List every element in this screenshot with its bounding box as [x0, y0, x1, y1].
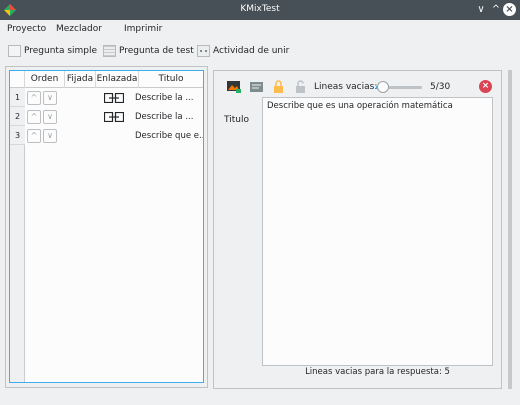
- header-enlazada[interactable]: Enlazada: [96, 71, 139, 88]
- minimize-button[interactable]: ∨: [474, 3, 488, 17]
- slider-handle[interactable]: [377, 81, 389, 93]
- empty-lines-status: Lineas vacias para la respuesta: 5: [305, 367, 450, 377]
- scrollbar[interactable]: [508, 70, 512, 389]
- header-fijada[interactable]: Fijada: [65, 71, 96, 88]
- move-up-button[interactable]: ^: [27, 129, 41, 143]
- table-row[interactable]: 3 ^ ∨ Describe que e...: [10, 126, 203, 145]
- question-table[interactable]: Orden Fijada Enlazada Titulo 1 ^ ∨ Descr…: [9, 70, 204, 383]
- move-up-button[interactable]: ^: [27, 91, 41, 105]
- test-question-button[interactable]: Pregunta de test: [103, 43, 194, 59]
- maximize-button[interactable]: ^: [489, 3, 503, 17]
- row-number: 1: [10, 88, 25, 107]
- image-icon[interactable]: [227, 81, 241, 93]
- join-activity-label: Actividad de unir: [213, 46, 290, 56]
- empty-lines-label: Lineas vacias:: [314, 82, 378, 92]
- header-orden[interactable]: Orden: [25, 71, 65, 88]
- simple-question-icon: [8, 45, 21, 57]
- window-titlebar: KMixTest ∨ ^ ×: [0, 0, 520, 20]
- row-titulo: Describe la ...: [135, 112, 194, 122]
- test-question-label: Pregunta de test: [119, 46, 194, 56]
- question-list-panel: Orden Fijada Enlazada Titulo 1 ^ ∨ Descr…: [5, 66, 208, 388]
- lock-icon[interactable]: [274, 80, 283, 93]
- test-question-icon: [103, 45, 116, 57]
- table-header: Orden Fijada Enlazada Titulo: [10, 71, 203, 88]
- text-icon[interactable]: [250, 82, 263, 92]
- row-titulo: Describe la ...: [135, 93, 194, 103]
- remove-question-button[interactable]: ×: [479, 80, 492, 93]
- row-number: 2: [10, 107, 25, 126]
- link-icon[interactable]: [104, 93, 124, 103]
- menu-mezclador[interactable]: Mezclador: [56, 24, 102, 34]
- toolbar: Pregunta simple Pregunta de test Activid…: [0, 40, 520, 62]
- close-button[interactable]: ×: [503, 3, 516, 16]
- menu-proyecto[interactable]: Proyecto: [7, 24, 46, 34]
- simple-question-label: Pregunta simple: [24, 46, 98, 56]
- window-title: KMixTest: [240, 4, 280, 14]
- row-titulo: Describe que e...: [135, 131, 203, 141]
- move-up-button[interactable]: ^: [27, 110, 41, 124]
- header-titulo[interactable]: Titulo: [139, 71, 203, 88]
- move-down-button[interactable]: ∨: [43, 91, 57, 105]
- unlock-icon[interactable]: [296, 80, 305, 93]
- empty-lines-value: 5/30: [430, 82, 451, 92]
- simple-question-button[interactable]: Pregunta simple: [8, 43, 97, 59]
- question-text-area[interactable]: Describe que es una operación matemática: [262, 97, 493, 366]
- join-activity-button[interactable]: Actividad de unir: [197, 43, 289, 59]
- menu-imprimir[interactable]: Imprimir: [124, 24, 162, 34]
- join-activity-icon: [197, 45, 210, 57]
- move-down-button[interactable]: ∨: [43, 129, 57, 143]
- move-down-button[interactable]: ∨: [43, 110, 57, 124]
- table-row[interactable]: 1 ^ ∨ Describe la ...: [10, 88, 203, 107]
- header-corner: [10, 71, 25, 88]
- menu-bar: Proyecto Mezclador Imprimir: [0, 20, 520, 39]
- link-icon[interactable]: [104, 112, 124, 122]
- row-number: 3: [10, 126, 25, 145]
- titulo-label: Titulo: [224, 115, 249, 125]
- table-row[interactable]: 2 ^ ∨ Describe la ...: [10, 107, 203, 126]
